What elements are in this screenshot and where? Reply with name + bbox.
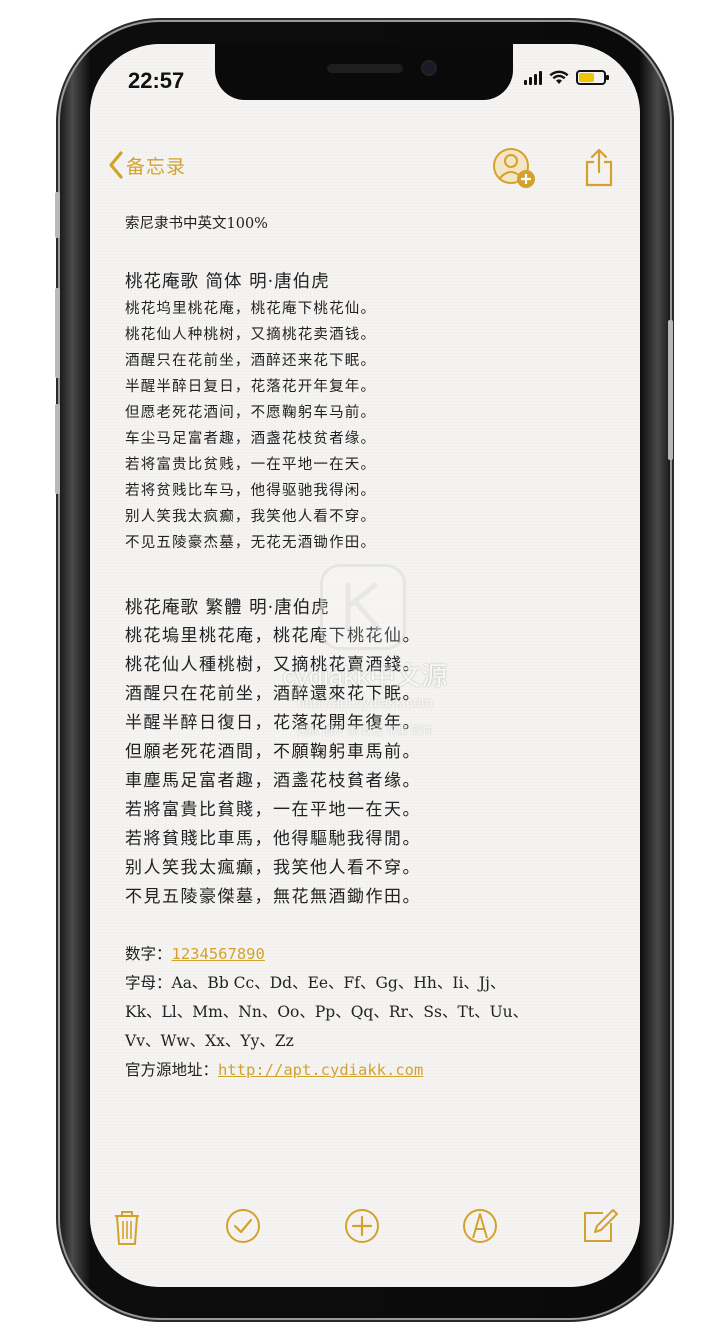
- poem-title-traditional: 桃花庵歌 繁體 明·唐伯虎: [125, 598, 330, 618]
- poem-line: 别人笑我太瘋癲，我笑他人看不穿。: [125, 858, 421, 878]
- digits-line: 数字：1234567890: [125, 940, 605, 969]
- letters-line: 字母：Aa、Bb Cc、Dd、Ee、Ff、Gg、Hh、Ii、Jj、: [125, 974, 506, 992]
- note-body[interactable]: 索尼隶书中英文100% 桃花庵歌 简体 明·唐伯虎 桃花坞里桃花庵，桃花庵下桃花…: [125, 212, 605, 1085]
- digits-label: 数字：: [125, 945, 172, 963]
- battery-icon: [576, 70, 609, 85]
- poem-line: 桃花塢里桃花庵，桃花庵下桃花仙。: [125, 626, 421, 646]
- add-person-icon[interactable]: [492, 147, 536, 191]
- poem-line: 桃花坞里桃花庵，桃花庵下桃花仙。: [125, 301, 377, 317]
- poem-line: 車塵馬足富者趣，酒盞花枝貧者缘。: [125, 771, 421, 791]
- mute-switch: [55, 192, 60, 238]
- back-chevron-icon: [109, 151, 123, 179]
- letters-line: Vv、Ww、Xx、Yy、Zz: [125, 1032, 294, 1050]
- front-camera: [421, 60, 437, 76]
- notch: [215, 44, 513, 100]
- compose-icon[interactable]: [577, 1204, 621, 1248]
- speaker-grille: [327, 64, 403, 73]
- poem-line: 酒醒只在花前坐，酒醉還來花下眠。: [125, 684, 421, 704]
- poem-line: 半醒半醉日复日，花落花开年复年。: [125, 379, 377, 395]
- poem-line: 若将贫贱比车马，他得驱驰我得闲。: [125, 483, 377, 499]
- volume-down-button: [55, 404, 60, 494]
- status-time: 22:57: [128, 68, 185, 93]
- poem-line: 桃花仙人种桃树，又摘桃花卖酒钱。: [125, 327, 377, 343]
- back-button[interactable]: 备忘录: [108, 150, 186, 180]
- power-button: [668, 320, 673, 460]
- markup-icon[interactable]: [458, 1204, 502, 1248]
- poem-line: 桃花仙人種桃樹，又摘桃花賣酒錢。: [125, 655, 421, 675]
- poem-line: 不见五陵豪杰墓，无花无酒锄作田。: [125, 535, 377, 551]
- poem-line: 半醒半醉日復日，花落花開年復年。: [125, 713, 421, 733]
- bottom-toolbar: [90, 1204, 640, 1254]
- poem-line: 别人笑我太疯癫，我笑他人看不穿。: [125, 509, 377, 525]
- poem-line: 若將富貴比貧賤，一在平地一在天。: [125, 800, 421, 820]
- poem-line: 但願老死花酒間，不願鞠躬車馬前。: [125, 742, 421, 762]
- note-header: 索尼隶书中英文100%: [125, 216, 268, 232]
- poem-line: 若將貧賤比車馬，他得驅馳我得閒。: [125, 829, 421, 849]
- add-icon[interactable]: [340, 1204, 384, 1248]
- checklist-icon[interactable]: [221, 1204, 265, 1248]
- trash-icon[interactable]: [105, 1204, 149, 1248]
- share-icon[interactable]: [584, 147, 614, 187]
- poem-line: 若将富贵比贫贱，一在平地一在天。: [125, 457, 377, 473]
- source-label: 官方源地址：: [125, 1061, 219, 1079]
- source-url-link[interactable]: http://apt.cydiakk.com: [218, 1061, 423, 1079]
- digits-link[interactable]: 1234567890: [172, 945, 265, 963]
- source-line: 官方源地址：http://apt.cydiakk.com: [125, 1056, 605, 1085]
- poem-line: 不見五陵豪傑墓，無花無酒鋤作田。: [125, 887, 421, 907]
- back-label: 备忘录: [126, 155, 187, 178]
- poem-line: 酒醒只在花前坐，酒醉还来花下眠。: [125, 353, 377, 369]
- volume-up-button: [55, 288, 60, 378]
- signal-icon: [524, 70, 542, 85]
- poem-line: 车尘马足富者趣，酒盏花枝贫者缘。: [125, 431, 377, 447]
- wifi-icon: [549, 70, 569, 84]
- screen: 22:57 备忘录 索尼隶书中英文100% 桃花庵歌 简体 明·唐伯虎 桃花坞里…: [90, 44, 640, 1287]
- poem-title-simplified: 桃花庵歌 简体 明·唐伯虎: [125, 272, 330, 292]
- poem-line: 但愿老死花酒间，不愿鞠躬车马前。: [125, 405, 377, 421]
- letters-line: Kk、Ll、Mm、Nn、Oo、Pp、Qq、Rr、Ss、Tt、Uu、: [125, 1003, 529, 1021]
- status-icons: [524, 70, 609, 85]
